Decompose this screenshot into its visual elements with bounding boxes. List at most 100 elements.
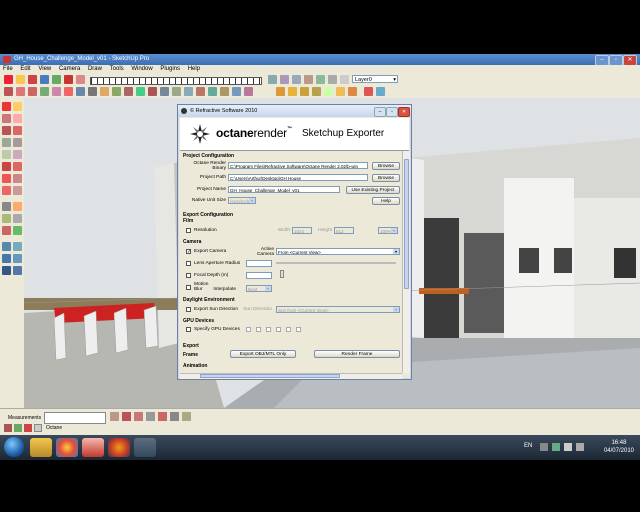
tray-arrow-icon[interactable]: [540, 443, 548, 451]
octane-plugin-icon[interactable]: [364, 87, 373, 96]
shadows-icon[interactable]: [376, 87, 385, 96]
iso-view-icon[interactable]: [268, 75, 277, 84]
circle-tool-icon[interactable]: [28, 87, 37, 96]
lens-aperture-checkbox[interactable]: [186, 261, 191, 266]
rectangle-icon[interactable]: [2, 126, 11, 135]
text-tool-icon[interactable]: [112, 87, 121, 96]
height-input[interactable]: 512: [334, 227, 354, 234]
rectangle-tool-icon[interactable]: [16, 87, 25, 96]
scale-icon[interactable]: [2, 186, 11, 195]
specify-gpu-checkbox[interactable]: [186, 327, 191, 332]
zoom-icon[interactable]: [2, 254, 11, 263]
tape-icon[interactable]: [2, 202, 11, 211]
offset-icon[interactable]: [13, 186, 22, 195]
status-info-icon[interactable]: [146, 412, 155, 421]
use-existing-project-button[interactable]: Use Existing Project: [346, 186, 400, 194]
project-path-input[interactable]: C:\Users\Arthur\Desktop\GH House: [228, 174, 368, 181]
export-camera-checkbox[interactable]: ✓: [186, 249, 191, 255]
left-view-icon[interactable]: [328, 75, 337, 84]
dialog-close-button[interactable]: ✕: [398, 107, 410, 117]
menu-tools[interactable]: Tools: [110, 66, 124, 72]
orbit-icon[interactable]: [2, 242, 11, 251]
offset-tool-icon[interactable]: [64, 87, 73, 96]
orbit-tool-icon[interactable]: [160, 87, 169, 96]
eraser-icon[interactable]: [13, 114, 22, 123]
gpu-0-checkbox[interactable]: [246, 327, 251, 332]
render-frame-button[interactable]: Render Frame: [314, 350, 400, 358]
walk-tool-icon[interactable]: [244, 87, 253, 96]
protractor-side-icon[interactable]: [2, 214, 11, 223]
dimension-icon[interactable]: [13, 202, 22, 211]
credits-icon[interactable]: [122, 412, 131, 421]
horizontal-scroll-thumb[interactable]: [200, 374, 340, 378]
language-indicator[interactable]: EN: [524, 443, 532, 449]
axes-icon[interactable]: [2, 226, 11, 235]
style-wireframe-icon[interactable]: [300, 87, 309, 96]
tray-app-icon[interactable]: [552, 443, 560, 451]
zoom-window-icon[interactable]: [13, 254, 22, 263]
rotate-tool-icon[interactable]: [64, 75, 73, 84]
menu-edit[interactable]: Edit: [20, 66, 30, 72]
next-view-icon[interactable]: [220, 87, 229, 96]
polygon-icon[interactable]: [2, 150, 11, 159]
taskbar-clock[interactable]: 16:48 04/07/2010: [604, 439, 634, 455]
text-icon[interactable]: [13, 214, 22, 223]
dialog-vertical-scrollbar[interactable]: [402, 151, 410, 373]
style-backedges-icon[interactable]: [288, 87, 297, 96]
firefox-taskbar-icon[interactable]: [108, 438, 130, 457]
active-camera-select[interactable]: From <Current View> ▾: [276, 248, 400, 255]
section-plane-icon[interactable]: [148, 87, 157, 96]
follow-me-side-icon[interactable]: [13, 174, 22, 183]
paint-bucket-icon[interactable]: [28, 75, 37, 84]
help-button[interactable]: Help: [372, 197, 400, 205]
top-view-icon[interactable]: [280, 75, 289, 84]
status-tool-icon[interactable]: [158, 412, 167, 421]
native-unit-select[interactable]: (inch/inch) ▾: [228, 197, 256, 204]
style-xray-icon[interactable]: [276, 87, 285, 96]
pencil-tool-icon[interactable]: [4, 87, 13, 96]
resolution-checkbox[interactable]: [186, 228, 191, 233]
select-tool-icon[interactable]: [4, 75, 13, 84]
start-button[interactable]: [4, 437, 24, 457]
scale-tool-icon[interactable]: [76, 87, 85, 96]
polygon-tool-icon[interactable]: [52, 87, 61, 96]
arc-tool-icon[interactable]: [40, 87, 49, 96]
pan-icon[interactable]: [13, 242, 22, 251]
move-tool-icon[interactable]: [40, 75, 49, 84]
volume-icon[interactable]: [576, 443, 584, 451]
zoom-extents-icon[interactable]: [196, 87, 205, 96]
rotate-icon[interactable]: [2, 174, 11, 183]
zoom-tool-icon[interactable]: [184, 87, 193, 96]
dialog-maximize-button[interactable]: ▫: [386, 107, 398, 117]
motion-blur-checkbox[interactable]: [186, 285, 191, 290]
dialog-minimize-button[interactable]: –: [374, 107, 386, 117]
previous-icon[interactable]: [13, 266, 22, 275]
back-view-icon[interactable]: [316, 75, 325, 84]
style-shaded-icon[interactable]: [324, 87, 333, 96]
status-layers-icon[interactable]: [170, 412, 179, 421]
make-component-icon[interactable]: [13, 102, 22, 111]
paint-icon[interactable]: [2, 114, 11, 123]
focal-depth-picker[interactable]: [280, 270, 284, 278]
menu-window[interactable]: Window: [131, 66, 152, 72]
focal-depth-input[interactable]: [246, 272, 272, 279]
octane-taskbar-icon[interactable]: [134, 438, 156, 457]
layer-select[interactable]: Layer0 ▾: [352, 75, 398, 83]
right-view-icon[interactable]: [304, 75, 313, 84]
eraser-tool-icon[interactable]: [16, 75, 25, 84]
vertical-scroll-thumb[interactable]: [404, 159, 409, 289]
geo-location-icon[interactable]: [110, 412, 119, 421]
binary-path-input[interactable]: C:\Program Files\Refractive Software\Oct…: [228, 162, 368, 169]
push-pull-icon[interactable]: [52, 75, 61, 84]
3d-text-icon[interactable]: [13, 226, 22, 235]
freehand-icon[interactable]: [13, 150, 22, 159]
tape-measure-icon[interactable]: [88, 87, 97, 96]
lens-aperture-input[interactable]: [246, 260, 272, 267]
arc-icon[interactable]: [13, 138, 22, 147]
network-icon[interactable]: [564, 443, 572, 451]
sketchup-taskbar-icon[interactable]: [82, 438, 104, 457]
protractor-icon[interactable]: [100, 87, 109, 96]
menu-draw[interactable]: Draw: [88, 66, 102, 72]
style-textured-icon[interactable]: [336, 87, 345, 96]
previous-view-icon[interactable]: [208, 87, 217, 96]
